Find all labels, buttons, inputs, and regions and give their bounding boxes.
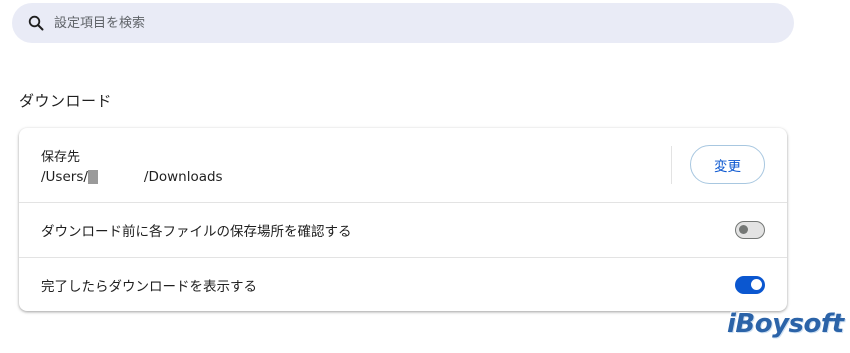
show-downloads-row[interactable]: 完了したらダウンロードを表示する <box>19 257 787 311</box>
ask-location-row[interactable]: ダウンロード前に各ファイルの保存場所を確認する <box>19 202 787 257</box>
location-label: 保存先 <box>41 150 81 165</box>
section-title: ダウンロード <box>19 92 113 110</box>
redacted-username <box>87 170 98 184</box>
ask-location-toggle[interactable] <box>735 221 765 239</box>
divider <box>671 146 672 184</box>
show-downloads-toggle[interactable] <box>735 275 765 294</box>
download-location-row: 保存先 /Users/ /Downloads 変更 <box>19 128 787 202</box>
change-location-button[interactable]: 変更 <box>690 145 765 184</box>
location-path-prefix: /Users/ <box>41 169 88 185</box>
ask-location-label: ダウンロード前に各ファイルの保存場所を確認する <box>41 224 352 240</box>
location-path-suffix: /Downloads <box>143 169 223 185</box>
toggle-knob <box>751 278 762 290</box>
downloads-card: 保存先 /Users/ /Downloads 変更 ダウンロード前に各ファイルの… <box>19 128 787 311</box>
search-icon <box>28 15 44 31</box>
settings-page: ダウンロード 保存先 /Users/ /Downloads 変更 ダウンロード前… <box>0 0 850 353</box>
iboysoft-watermark-logo: iBoysoft <box>727 309 844 339</box>
search-bar[interactable] <box>12 3 794 43</box>
search-input[interactable] <box>52 14 736 32</box>
show-downloads-label: 完了したらダウンロードを表示する <box>41 278 257 295</box>
location-path: /Users/ /Downloads <box>41 169 223 185</box>
toggle-knob <box>739 225 748 234</box>
